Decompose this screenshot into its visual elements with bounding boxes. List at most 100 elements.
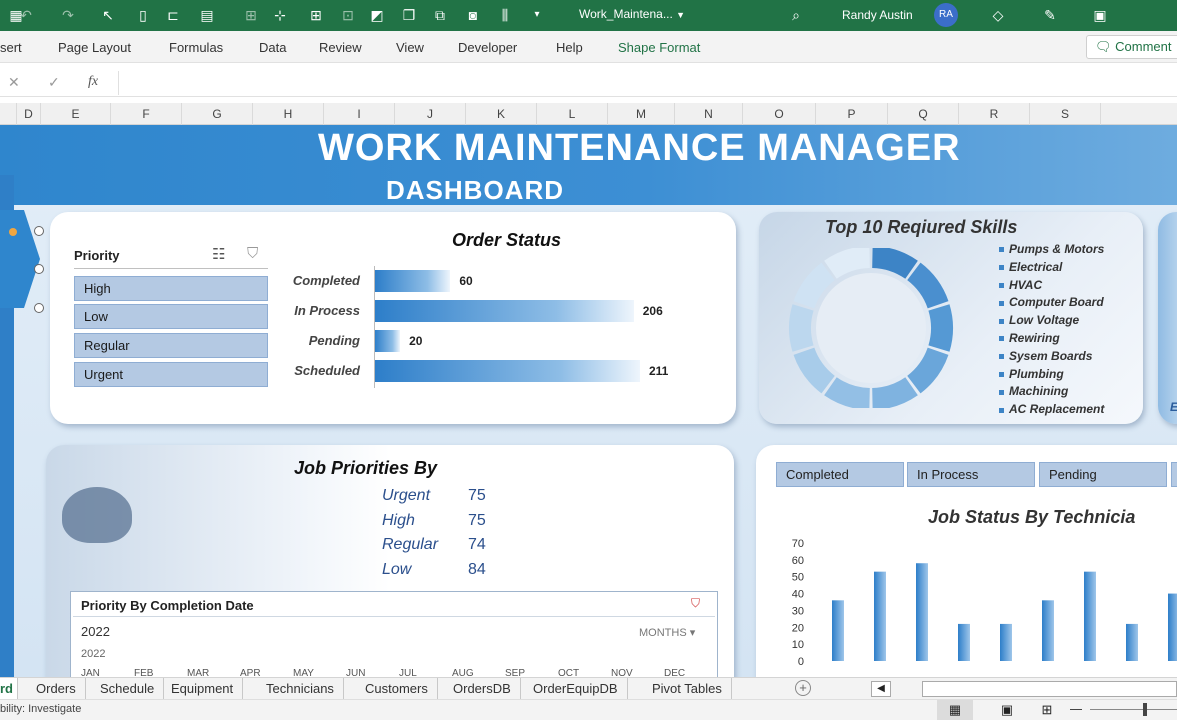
timeline-month[interactable]: JUN: [346, 668, 365, 677]
column-header[interactable]: D: [17, 103, 41, 125]
tech-bar[interactable]: [1084, 571, 1096, 661]
order-status-bar[interactable]: [375, 270, 451, 292]
sheet-tab[interactable]: Equipment: [162, 678, 244, 700]
tab-data[interactable]: Data: [259, 40, 286, 55]
clear-filter-icon[interactable]: ⛉: [247, 245, 258, 262]
save-as-icon[interactable]: ▤: [197, 6, 217, 24]
tab-help[interactable]: Help: [556, 40, 583, 55]
file-name[interactable]: Work_Maintena... ▼: [579, 7, 685, 21]
tech-bar[interactable]: [1126, 623, 1138, 661]
side-arrow-shape[interactable]: [0, 210, 40, 308]
cancel-icon[interactable]: ✕: [8, 74, 20, 91]
tab-shape-format[interactable]: Shape Format: [618, 40, 700, 55]
column-header[interactable]: I: [324, 103, 395, 125]
customize-qat-icon[interactable]: ▾: [527, 6, 547, 24]
timeline-month[interactable]: MAR: [187, 668, 209, 677]
page-layout-view-icon[interactable]: ▣: [992, 700, 1022, 720]
multi-select-icon[interactable]: ☷: [212, 245, 225, 263]
group-icon[interactable]: ⊞: [241, 6, 261, 24]
tab-page-layout[interactable]: Page Layout: [58, 40, 131, 55]
tab-formulas[interactable]: Formulas: [169, 40, 223, 55]
column-header[interactable]: H: [253, 103, 324, 125]
column-header[interactable]: K: [466, 103, 537, 125]
filter-more-button[interactable]: [1171, 462, 1177, 487]
horizontal-scrollbar[interactable]: [922, 681, 1177, 697]
comments-button[interactable]: 🗨 Comment: [1086, 35, 1177, 59]
donut-slice[interactable]: [789, 304, 814, 352]
timeline-month[interactable]: SEP: [505, 668, 525, 677]
tab-view[interactable]: View: [396, 40, 424, 55]
zoom-slider[interactable]: [1090, 709, 1177, 710]
column-header[interactable]: N: [675, 103, 743, 125]
tech-bar[interactable]: [916, 563, 928, 661]
column-header[interactable]: L: [537, 103, 608, 125]
column-header[interactable]: F: [111, 103, 182, 125]
zoom-slider-thumb[interactable]: [1143, 703, 1147, 716]
timeline-month[interactable]: DEC: [664, 668, 685, 677]
distribute-icon[interactable]: ⊡: [338, 6, 358, 24]
timeline-slicer[interactable]: Priority By Completion Date ⛉ 2022 MONTH…: [70, 591, 718, 677]
tech-bar[interactable]: [874, 571, 886, 661]
column-header[interactable]: R: [959, 103, 1030, 125]
tech-bar[interactable]: [1042, 600, 1054, 661]
sheet-tab[interactable]: Schedule: [91, 678, 165, 700]
diamond-icon[interactable]: ◇: [988, 6, 1008, 24]
shape-handle[interactable]: [34, 264, 44, 274]
shape-icon[interactable]: ◩: [367, 6, 387, 24]
slicer-item-regular[interactable]: Regular: [74, 333, 268, 358]
grid-icon[interactable]: ⊞: [306, 6, 326, 24]
redo-icon[interactable]: ↷: [58, 6, 78, 24]
order-status-bar[interactable]: [375, 300, 634, 322]
slicer-item-low[interactable]: Low: [74, 304, 268, 329]
accessibility-status[interactable]: bility: Investigate: [0, 703, 81, 715]
timeline-month[interactable]: FEB: [134, 668, 153, 677]
filter-completed-button[interactable]: Completed: [776, 462, 904, 487]
shape-handle[interactable]: [34, 303, 44, 313]
column-header[interactable]: O: [743, 103, 816, 125]
timeline-month[interactable]: JAN: [81, 668, 100, 677]
tech-chart[interactable]: 0 10 20 30 40 50 60 70: [760, 535, 1177, 675]
order-status-bar[interactable]: [375, 360, 640, 382]
tech-bar[interactable]: [958, 623, 970, 661]
timeline-month[interactable]: NOV: [611, 668, 633, 677]
avatar[interactable]: RA: [934, 3, 958, 27]
timeline-month[interactable]: AUG: [452, 668, 474, 677]
sheet-tab[interactable]: rd: [0, 678, 18, 700]
shape-handle[interactable]: [9, 228, 17, 236]
function-icon[interactable]: fx: [88, 74, 98, 90]
column-header[interactable]: P: [816, 103, 888, 125]
column-header[interactable]: E: [41, 103, 111, 125]
send-back-icon[interactable]: ⧉: [430, 6, 450, 24]
pen-icon[interactable]: ✎: [1040, 6, 1060, 24]
tech-bar[interactable]: [1000, 623, 1012, 661]
sheet-tab[interactable]: Orders: [27, 678, 86, 700]
slicer-item-high[interactable]: High: [74, 276, 268, 301]
sheet-tab[interactable]: Customers: [356, 678, 438, 700]
tech-bar[interactable]: [1168, 593, 1177, 661]
timeline-month[interactable]: OCT: [558, 668, 579, 677]
tech-bar[interactable]: [832, 600, 844, 661]
filter-in-process-button[interactable]: In Process: [907, 462, 1035, 487]
skills-donut[interactable]: [781, 248, 961, 408]
donut-slice[interactable]: [928, 304, 953, 352]
new-file-icon[interactable]: ▯: [133, 6, 153, 24]
column-header[interactable]: [0, 103, 17, 125]
sheet-tab[interactable]: Technicians: [257, 678, 344, 700]
enter-icon[interactable]: ✓: [48, 74, 60, 91]
tab-insert[interactable]: sert: [0, 40, 22, 55]
column-header[interactable]: Q: [888, 103, 959, 125]
shape-handle[interactable]: [34, 226, 44, 236]
timeline-period-select[interactable]: MONTHS ▾: [639, 626, 695, 639]
slicer-item-urgent[interactable]: Urgent: [74, 362, 268, 387]
tab-review[interactable]: Review: [319, 40, 362, 55]
timeline-month[interactable]: APR: [240, 668, 261, 677]
timeline-month[interactable]: JUL: [399, 668, 417, 677]
column-header[interactable]: M: [608, 103, 675, 125]
search-icon[interactable]: ⌕: [786, 6, 806, 24]
select-cursor-icon[interactable]: ↖: [98, 6, 118, 24]
column-header[interactable]: G: [182, 103, 253, 125]
add-sheet-icon[interactable]: +: [795, 680, 811, 696]
tab-developer[interactable]: Developer: [458, 40, 517, 55]
ribbon-display-icon[interactable]: ▣: [1090, 6, 1110, 24]
align-icon[interactable]: ⊹: [270, 6, 290, 24]
